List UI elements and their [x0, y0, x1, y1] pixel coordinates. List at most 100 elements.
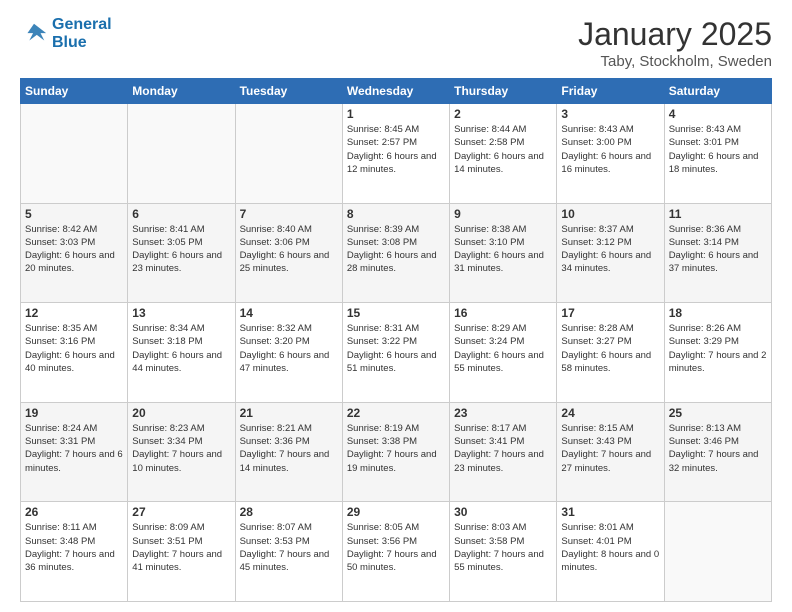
day-info: Sunrise: 8:37 AM Sunset: 3:12 PM Dayligh…	[561, 223, 659, 276]
calendar-cell: 12 Sunrise: 8:35 AM Sunset: 3:16 PM Dayli…	[21, 303, 128, 403]
day-number: 13	[132, 306, 230, 320]
calendar-title: January 2025	[578, 16, 772, 53]
calendar-cell: 21 Sunrise: 8:21 AM Sunset: 3:36 PM Dayli…	[235, 402, 342, 502]
calendar-cell	[128, 104, 235, 204]
calendar-cell: 20Sunrise: 8:23 AM Sunset: 3:34 PM Dayli…	[128, 402, 235, 502]
calendar-cell: 31Sunrise: 8:01 AM Sunset: 4:01 PM Dayli…	[557, 502, 664, 602]
day-info: Sunrise: 8:17 AM Sunset: 3:41 PM Dayligh…	[454, 422, 552, 475]
day-number: 5	[25, 207, 123, 221]
day-info: Sunrise: 8:42 AM Sunset: 3:03 PM Dayligh…	[25, 223, 123, 276]
day-info: Sunrise: 8:19 AM Sunset: 3:38 PM Dayligh…	[347, 422, 445, 475]
day-number: 12	[25, 306, 123, 320]
day-info: Sunrise: 8:07 AM Sunset: 3:53 PM Dayligh…	[240, 521, 338, 574]
day-info: Sunrise: 8:26 AM Sunset: 3:29 PM Dayligh…	[669, 322, 767, 375]
day-info: Sunrise: 8:41 AM Sunset: 3:05 PM Dayligh…	[132, 223, 230, 276]
day-number: 21	[240, 406, 338, 420]
day-info: Sunrise: 8:38 AM Sunset: 3:10 PM Dayligh…	[454, 223, 552, 276]
week-row-4: 19 Sunrise: 8:24 AM Sunset: 3:31 PM Dayli…	[21, 402, 772, 502]
calendar-subtitle: Taby, Stockholm, Sweden	[578, 53, 772, 70]
logo-icon	[20, 20, 48, 48]
day-number: 24	[561, 406, 659, 420]
calendar-cell: 8Sunrise: 8:39 AM Sunset: 3:08 PM Daylig…	[342, 203, 449, 303]
week-row-5: 26 Sunrise: 8:11 AM Sunset: 3:48 PM Dayli…	[21, 502, 772, 602]
day-number: 23	[454, 406, 552, 420]
day-info: Sunrise: 8:43 AM Sunset: 3:00 PM Dayligh…	[561, 123, 659, 176]
page: General Blue January 2025 Taby, Stockhol…	[0, 0, 792, 612]
day-info: Sunrise: 8:24 AM Sunset: 3:31 PM Dayligh…	[25, 422, 123, 475]
day-info: Sunrise: 8:32 AM Sunset: 3:20 PM Dayligh…	[240, 322, 338, 375]
day-number: 19	[25, 406, 123, 420]
day-number: 25	[669, 406, 767, 420]
calendar-cell: 9 Sunrise: 8:38 AM Sunset: 3:10 PM Daylig…	[450, 203, 557, 303]
calendar-cell: 26 Sunrise: 8:11 AM Sunset: 3:48 PM Dayli…	[21, 502, 128, 602]
day-number: 4	[669, 107, 767, 121]
day-header-friday: Friday	[557, 79, 664, 104]
day-number: 26	[25, 505, 123, 519]
day-info: Sunrise: 8:29 AM Sunset: 3:24 PM Dayligh…	[454, 322, 552, 375]
calendar-cell: 4Sunrise: 8:43 AM Sunset: 3:01 PM Daylig…	[664, 104, 771, 204]
week-row-1: 1 Sunrise: 8:45 AM Sunset: 2:57 PM Daylig…	[21, 104, 772, 204]
calendar-cell: 10Sunrise: 8:37 AM Sunset: 3:12 PM Dayli…	[557, 203, 664, 303]
day-number: 29	[347, 505, 445, 519]
day-info: Sunrise: 8:01 AM Sunset: 4:01 PM Dayligh…	[561, 521, 659, 574]
day-info: Sunrise: 8:35 AM Sunset: 3:16 PM Dayligh…	[25, 322, 123, 375]
day-number: 22	[347, 406, 445, 420]
day-info: Sunrise: 8:45 AM Sunset: 2:57 PM Dayligh…	[347, 123, 445, 176]
day-number: 28	[240, 505, 338, 519]
day-header-thursday: Thursday	[450, 79, 557, 104]
calendar-cell: 3 Sunrise: 8:43 AM Sunset: 3:00 PM Daylig…	[557, 104, 664, 204]
calendar-cell: 18 Sunrise: 8:26 AM Sunset: 3:29 PM Dayli…	[664, 303, 771, 403]
calendar-cell: 5 Sunrise: 8:42 AM Sunset: 3:03 PM Daylig…	[21, 203, 128, 303]
day-number: 14	[240, 306, 338, 320]
calendar-cell: 27 Sunrise: 8:09 AM Sunset: 3:51 PM Dayli…	[128, 502, 235, 602]
calendar-cell: 25Sunrise: 8:13 AM Sunset: 3:46 PM Dayli…	[664, 402, 771, 502]
day-info: Sunrise: 8:31 AM Sunset: 3:22 PM Dayligh…	[347, 322, 445, 375]
day-number: 9	[454, 207, 552, 221]
day-info: Sunrise: 8:03 AM Sunset: 3:58 PM Dayligh…	[454, 521, 552, 574]
day-number: 27	[132, 505, 230, 519]
calendar-cell: 7Sunrise: 8:40 AM Sunset: 3:06 PM Daylig…	[235, 203, 342, 303]
day-info: Sunrise: 8:15 AM Sunset: 3:43 PM Dayligh…	[561, 422, 659, 475]
day-number: 30	[454, 505, 552, 519]
day-info: Sunrise: 8:36 AM Sunset: 3:14 PM Dayligh…	[669, 223, 767, 276]
day-number: 7	[240, 207, 338, 221]
day-number: 15	[347, 306, 445, 320]
week-row-2: 5 Sunrise: 8:42 AM Sunset: 3:03 PM Daylig…	[21, 203, 772, 303]
day-info: Sunrise: 8:11 AM Sunset: 3:48 PM Dayligh…	[25, 521, 123, 574]
calendar-cell: 29 Sunrise: 8:05 AM Sunset: 3:56 PM Dayli…	[342, 502, 449, 602]
calendar-cell: 13 Sunrise: 8:34 AM Sunset: 3:18 PM Dayli…	[128, 303, 235, 403]
day-info: Sunrise: 8:21 AM Sunset: 3:36 PM Dayligh…	[240, 422, 338, 475]
calendar-cell: 19 Sunrise: 8:24 AM Sunset: 3:31 PM Dayli…	[21, 402, 128, 502]
logo: General Blue	[20, 16, 112, 53]
calendar-cell	[235, 104, 342, 204]
calendar-cell	[664, 502, 771, 602]
day-number: 3	[561, 107, 659, 121]
header-row: SundayMondayTuesdayWednesdayThursdayFrid…	[21, 79, 772, 104]
day-number: 16	[454, 306, 552, 320]
calendar-cell: 11 Sunrise: 8:36 AM Sunset: 3:14 PM Dayli…	[664, 203, 771, 303]
calendar-cell: 2Sunrise: 8:44 AM Sunset: 2:58 PM Daylig…	[450, 104, 557, 204]
day-number: 11	[669, 207, 767, 221]
calendar-cell: 30 Sunrise: 8:03 AM Sunset: 3:58 PM Dayli…	[450, 502, 557, 602]
calendar-cell: 1 Sunrise: 8:45 AM Sunset: 2:57 PM Daylig…	[342, 104, 449, 204]
calendar-cell: 16 Sunrise: 8:29 AM Sunset: 3:24 PM Dayli…	[450, 303, 557, 403]
day-number: 1	[347, 107, 445, 121]
calendar-cell: 24 Sunrise: 8:15 AM Sunset: 3:43 PM Dayli…	[557, 402, 664, 502]
day-header-wednesday: Wednesday	[342, 79, 449, 104]
header: General Blue January 2025 Taby, Stockhol…	[20, 16, 772, 70]
day-info: Sunrise: 8:34 AM Sunset: 3:18 PM Dayligh…	[132, 322, 230, 375]
day-info: Sunrise: 8:09 AM Sunset: 3:51 PM Dayligh…	[132, 521, 230, 574]
logo-text: General	[52, 16, 112, 34]
day-number: 17	[561, 306, 659, 320]
day-header-monday: Monday	[128, 79, 235, 104]
day-info: Sunrise: 8:05 AM Sunset: 3:56 PM Dayligh…	[347, 521, 445, 574]
calendar-cell: 22 Sunrise: 8:19 AM Sunset: 3:38 PM Dayli…	[342, 402, 449, 502]
calendar-table: SundayMondayTuesdayWednesdayThursdayFrid…	[20, 78, 772, 602]
week-row-3: 12 Sunrise: 8:35 AM Sunset: 3:16 PM Dayli…	[21, 303, 772, 403]
day-info: Sunrise: 8:44 AM Sunset: 2:58 PM Dayligh…	[454, 123, 552, 176]
calendar-cell: 17Sunrise: 8:28 AM Sunset: 3:27 PM Dayli…	[557, 303, 664, 403]
day-header-tuesday: Tuesday	[235, 79, 342, 104]
day-number: 18	[669, 306, 767, 320]
calendar-cell: 28 Sunrise: 8:07 AM Sunset: 3:53 PM Dayli…	[235, 502, 342, 602]
day-number: 8	[347, 207, 445, 221]
